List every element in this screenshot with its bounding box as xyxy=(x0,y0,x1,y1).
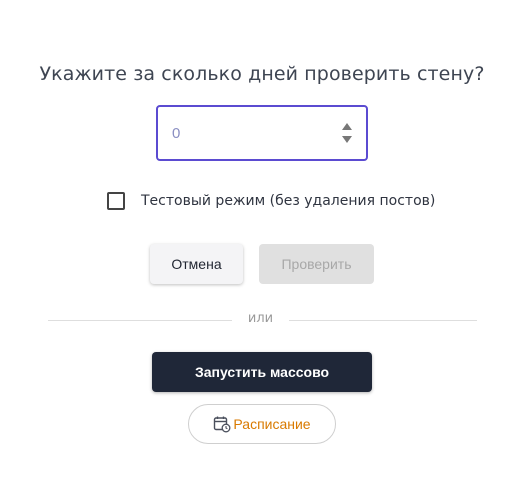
days-input[interactable] xyxy=(172,107,322,159)
mass-run-button[interactable]: Запустить массово xyxy=(152,352,372,392)
test-mode-checkbox[interactable] xyxy=(107,192,125,210)
dialog-title: Укажите за сколько дней проверить стену? xyxy=(39,63,485,85)
divider-right xyxy=(289,320,477,321)
check-wall-dialog: Укажите за сколько дней проверить стену?… xyxy=(0,0,524,478)
caret-up-icon[interactable] xyxy=(342,123,352,130)
days-number-field[interactable] xyxy=(156,105,368,161)
test-mode-label[interactable]: Тестовый режим (без удаления постов) xyxy=(141,193,435,209)
divider-left xyxy=(48,320,232,321)
check-button[interactable]: Проверить xyxy=(259,244,374,284)
schedule-label: Расписание xyxy=(233,416,311,432)
test-mode-row[interactable]: Тестовый режим (без удаления постов) xyxy=(107,191,435,211)
number-spinner[interactable] xyxy=(340,121,354,147)
or-separator: или xyxy=(247,311,274,326)
calendar-clock-icon xyxy=(213,415,231,433)
cancel-button[interactable]: Отмена xyxy=(150,244,243,284)
schedule-button[interactable]: Расписание xyxy=(188,404,336,444)
caret-down-icon[interactable] xyxy=(342,136,352,143)
